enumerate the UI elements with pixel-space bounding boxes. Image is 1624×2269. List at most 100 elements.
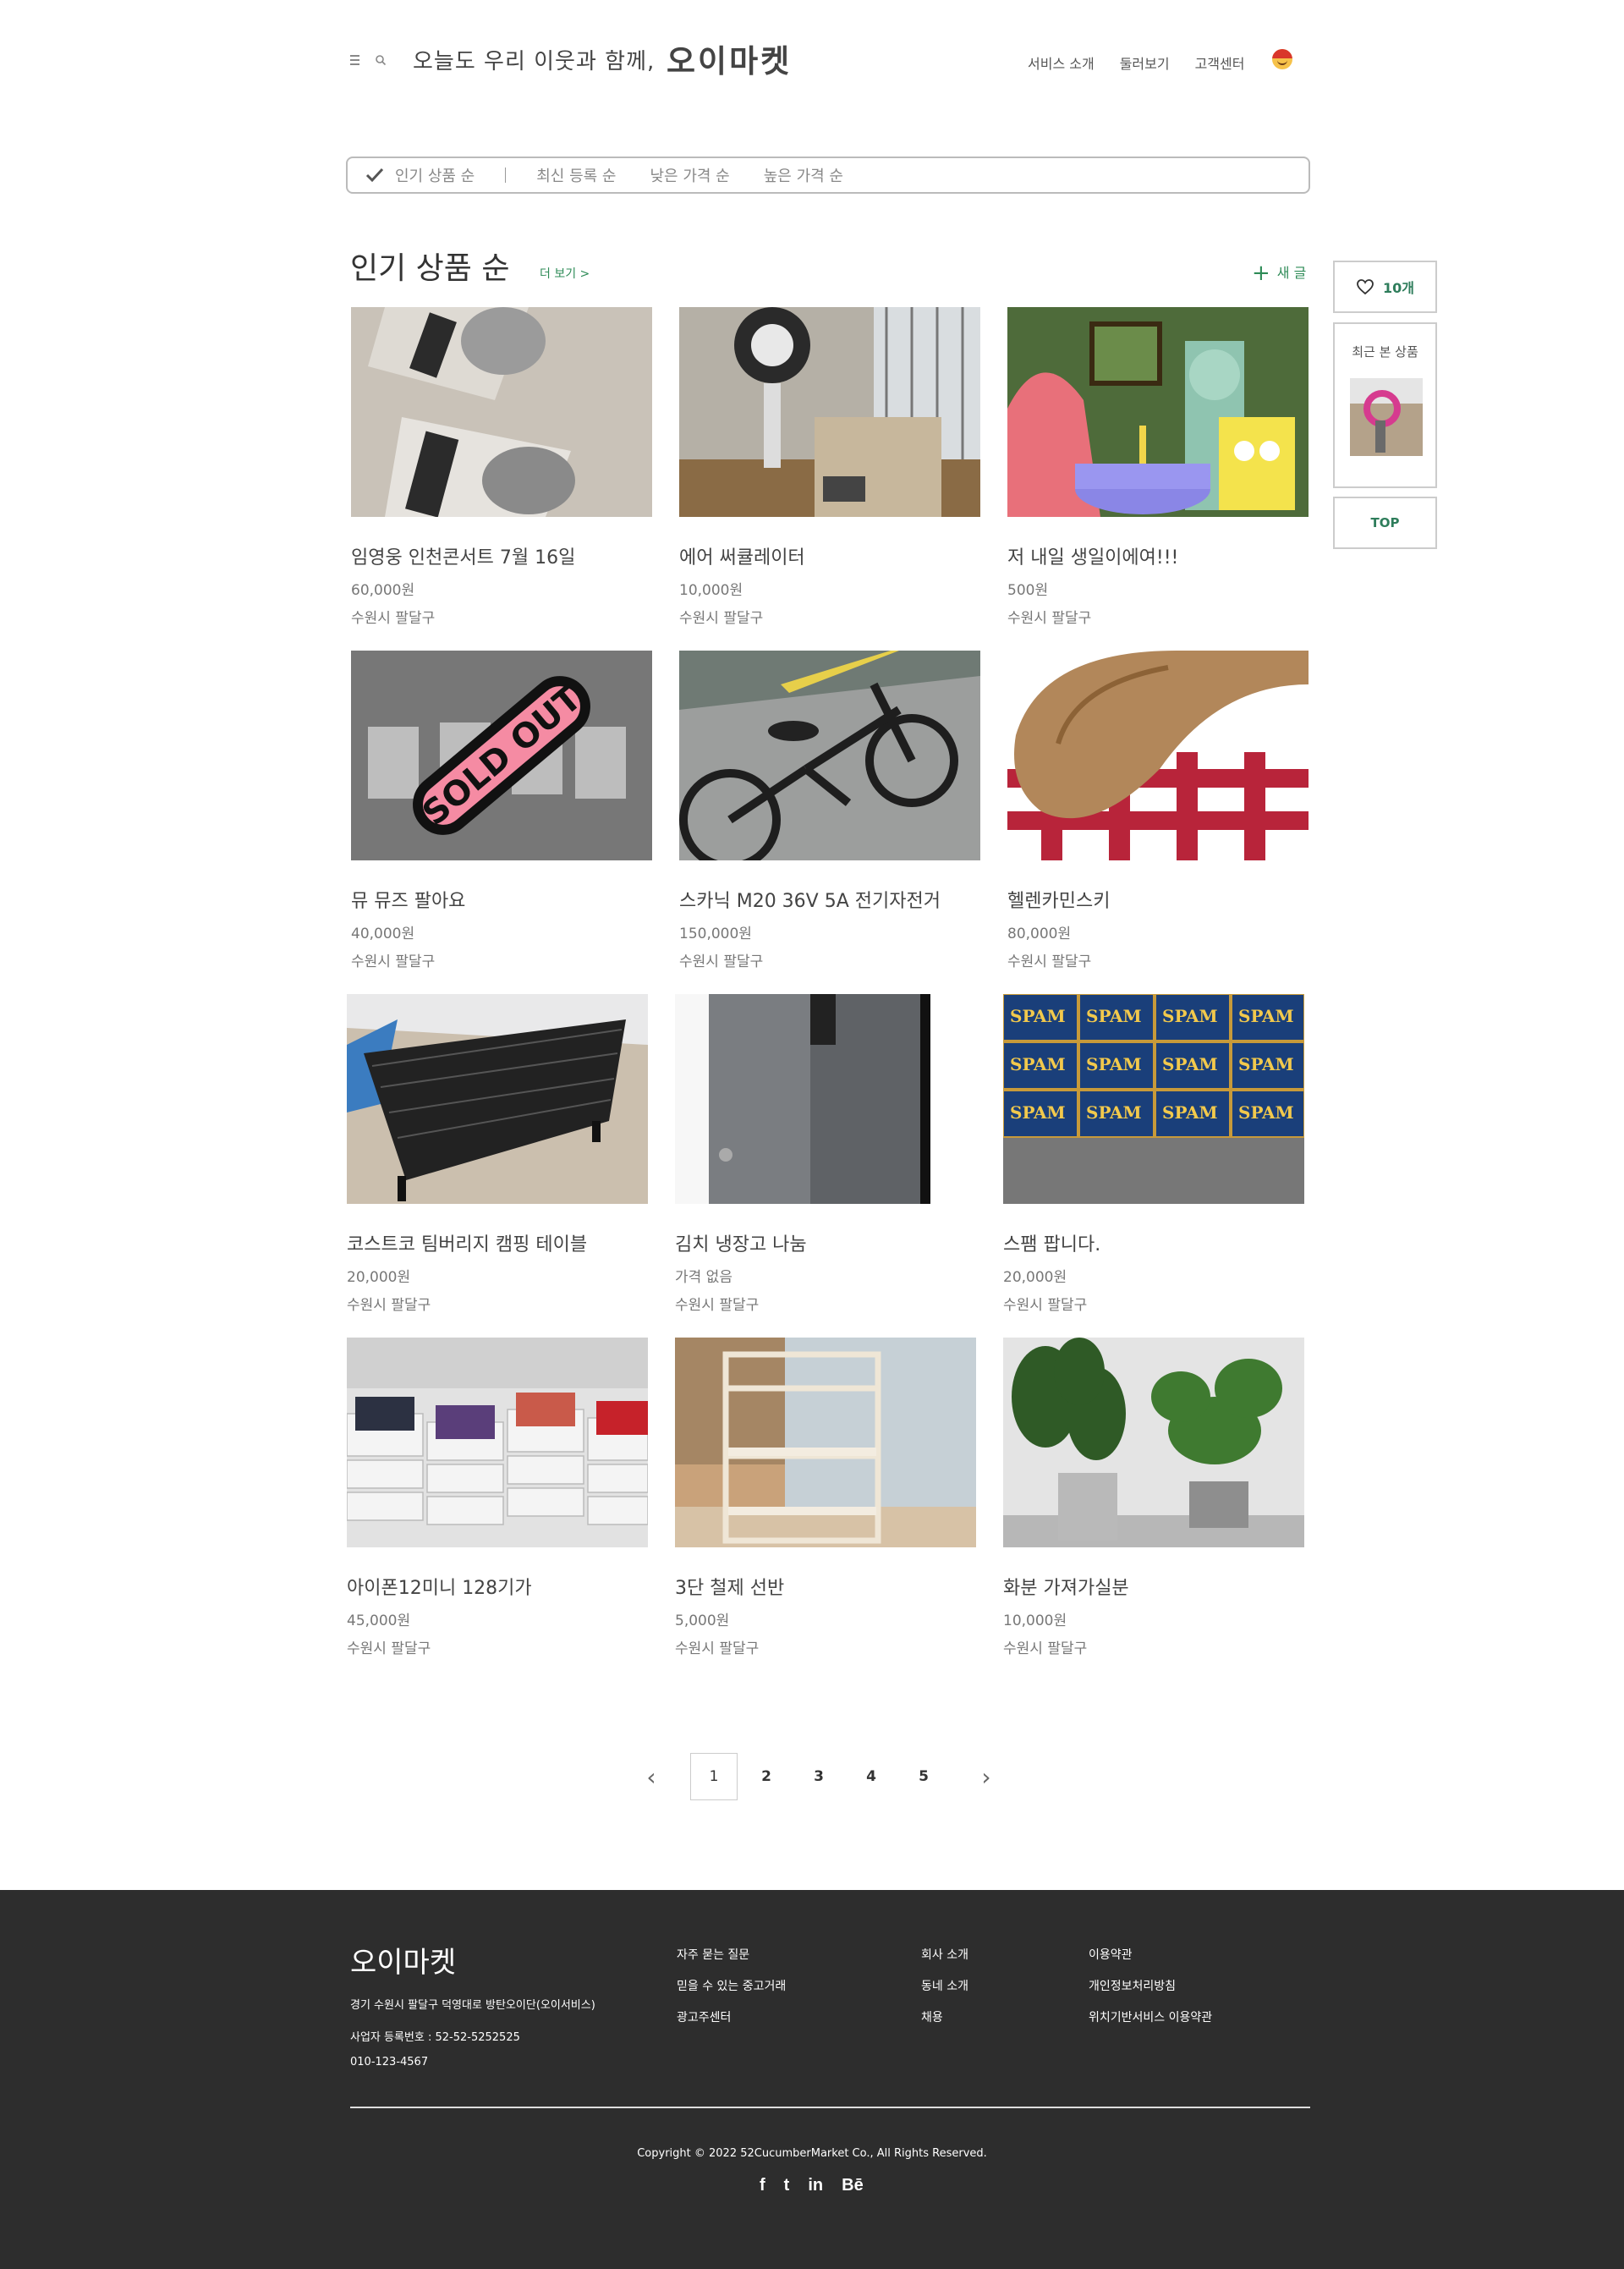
sort-popular[interactable]: 인기 상품 순	[395, 164, 475, 186]
more-link[interactable]: 더 보기 >	[540, 265, 590, 282]
product-title[interactable]: 아이폰12미니 128기가	[347, 1573, 648, 1600]
social-links: f t in Bē	[760, 2176, 864, 2195]
next-page-icon[interactable]: ›	[969, 1753, 1003, 1800]
pagination: ‹ 1 2 3 4 5 ›	[634, 1753, 1003, 1800]
product-card[interactable]: 화분 가져가실분 10,000원 수원시 팔달구	[1003, 1338, 1304, 1657]
product-title[interactable]: 화분 가져가실분	[1003, 1573, 1304, 1600]
copyright: Copyright © 2022 52CucumberMarket Co., A…	[637, 2147, 987, 2160]
sort-bar: 인기 상품 순 최신 등록 순 낮은 가격 순 높은 가격 순	[346, 157, 1310, 194]
footer-link-terms[interactable]: 이용약관	[1089, 1946, 1212, 1963]
page-3[interactable]: 3	[795, 1753, 842, 1800]
spam-cans-photo[interactable]: SPAM SPAM SPAM SPAM SPAM SPAM SPAM SPAM SPAM SPAM…	[1003, 994, 1304, 1204]
scroll-top-button[interactable]: TOP	[1333, 497, 1437, 549]
nav-customer-center[interactable]: 고객센터	[1195, 52, 1245, 73]
footer-link-location-terms[interactable]: 위치기반서비스 이용약관	[1089, 2008, 1212, 2025]
iphone-boxes-photo[interactable]	[347, 1338, 648, 1547]
product-title[interactable]: 저 내일 생일이에여!!!	[1007, 542, 1309, 569]
concert-ticket-photo[interactable]	[351, 307, 652, 517]
page-4[interactable]: 4	[848, 1753, 895, 1800]
product-location: 수원시 팔달구	[675, 1297, 760, 1314]
footer-link-faq[interactable]: 자주 묻는 질문	[677, 1946, 786, 1963]
like-count-button[interactable]: 10개	[1333, 261, 1437, 313]
footer-link-neighborhood[interactable]: 동네 소개	[921, 1977, 968, 1994]
linkedin-icon[interactable]: in	[808, 2176, 823, 2195]
product-title[interactable]: 헬렌카민스키	[1007, 886, 1309, 913]
product-location: 수원시 팔달구	[679, 953, 764, 970]
recent-product-thumb[interactable]	[1350, 378, 1423, 456]
nav-browse[interactable]: 둘러보기	[1120, 52, 1170, 73]
nav-service-intro[interactable]: 서비스 소개	[1028, 52, 1095, 73]
product-price: 40,000원	[351, 926, 415, 942]
sort-divider	[505, 168, 507, 183]
product-card[interactable]: 3단 철제 선반 5,000원 수원시 팔달구	[675, 1338, 976, 1657]
product-card[interactable]: SOLD OUT 뮤 뮤즈 팔아요 40,000원 수원시 팔달구	[351, 651, 652, 970]
can-label: SPAM	[1162, 1054, 1218, 1074]
birthday-cartoon-photo[interactable]	[1007, 307, 1309, 517]
can-label: SPAM	[1086, 1102, 1142, 1123]
product-price: 20,000원	[347, 1269, 411, 1286]
product-title[interactable]: 뮤 뮤즈 팔아요	[351, 886, 652, 913]
page-5[interactable]: 5	[900, 1753, 947, 1800]
heart-icon	[1357, 279, 1374, 295]
recent-products-panel: 최근 본 상품	[1333, 322, 1437, 488]
sort-price-low[interactable]: 낮은 가격 순	[650, 164, 730, 186]
prev-page-icon[interactable]: ‹	[634, 1753, 668, 1800]
product-card[interactable]: 에어 써큘레이터 10,000원 수원시 팔달구	[679, 307, 980, 627]
product-card[interactable]: SPAM SPAM SPAM SPAM SPAM SPAM SPAM SPAM SPAM SPAM…	[1003, 994, 1304, 1314]
product-card[interactable]: 아이폰12미니 128기가 45,000원 수원시 팔달구	[347, 1338, 648, 1657]
plants-photo[interactable]	[1003, 1338, 1304, 1547]
product-location: 수원시 팔달구	[347, 1297, 431, 1314]
sort-newest[interactable]: 최신 등록 순	[536, 164, 616, 186]
product-title[interactable]: 스팸 팝니다.	[1003, 1229, 1304, 1256]
brand-logo[interactable]: 오이마켓	[667, 36, 792, 81]
product-title[interactable]: 김치 냉장고 나눔	[675, 1229, 976, 1256]
product-card[interactable]: 김치 냉장고 나눔 가격 없음 수원시 팔달구	[675, 994, 976, 1314]
product-price: 10,000원	[1003, 1612, 1067, 1629]
can-label: SPAM	[1238, 1102, 1294, 1123]
air-circulator-photo[interactable]	[679, 307, 980, 517]
search-icon[interactable]	[375, 54, 387, 66]
sort-price-high[interactable]: 높은 가격 순	[764, 164, 843, 186]
page-1[interactable]: 1	[690, 1753, 738, 1800]
metal-shelf-photo[interactable]	[675, 1338, 976, 1547]
footer-link-trusted-trade[interactable]: 믿을 수 있는 중고거래	[677, 1977, 786, 1994]
product-title[interactable]: 에어 써큘레이터	[679, 542, 980, 569]
can-label: SPAM	[1086, 1006, 1142, 1026]
footer-link-company[interactable]: 회사 소개	[921, 1946, 968, 1963]
product-location: 수원시 팔달구	[1003, 1297, 1088, 1314]
product-price: 45,000원	[347, 1612, 411, 1629]
product-location: 수원시 팔달구	[675, 1640, 760, 1657]
site-header: 오늘도 우리 이웃과 함께, 오이마켓 서비스 소개 둘러보기 고객센터	[347, 34, 1294, 85]
menu-icon[interactable]	[350, 55, 364, 67]
product-title[interactable]: 3단 철제 선반	[675, 1573, 976, 1600]
facebook-icon[interactable]: f	[760, 2176, 765, 2195]
product-price: 80,000원	[1007, 926, 1072, 942]
product-card[interactable]: 코스트코 팀버리지 캠핑 테이블 20,000원 수원시 팔달구	[347, 994, 648, 1314]
product-price: 10,000원	[679, 582, 743, 599]
mew-cards-photo[interactable]: SOLD OUT	[351, 651, 652, 860]
footer-link-advertiser[interactable]: 광고주센터	[677, 2008, 786, 2025]
footer-link-privacy[interactable]: 개인정보처리방침	[1089, 1977, 1212, 1994]
product-title[interactable]: 스카닉 M20 36V 5A 전기자전거	[679, 886, 980, 913]
footer-links-company: 회사 소개 동네 소개 채용	[921, 1946, 968, 2040]
electric-bike-photo[interactable]	[679, 651, 980, 860]
camping-table-photo[interactable]	[347, 994, 648, 1204]
product-title[interactable]: 임영웅 인천콘서트 7월 16일	[351, 542, 652, 569]
can-label: SPAM	[1010, 1006, 1066, 1026]
product-card[interactable]: 헬렌카민스키 80,000원 수원시 팔달구	[1007, 651, 1309, 970]
footer-link-careers[interactable]: 채용	[921, 2008, 968, 2025]
product-location: 수원시 팔달구	[1007, 610, 1092, 627]
product-location: 수원시 팔달구	[679, 610, 764, 627]
twitter-icon[interactable]: t	[784, 2176, 790, 2195]
product-card[interactable]: 스카닉 M20 36V 5A 전기자전거 150,000원 수원시 팔달구	[679, 651, 980, 970]
new-post-button[interactable]: + 새 글	[1252, 261, 1306, 286]
product-title[interactable]: 코스트코 팀버리지 캠핑 테이블	[347, 1229, 648, 1256]
kimchi-fridge-photo[interactable]	[675, 994, 976, 1204]
product-card[interactable]: 저 내일 생일이에여!!! 500원 수원시 팔달구	[1007, 307, 1309, 627]
behance-icon[interactable]: Bē	[842, 2176, 864, 2195]
product-card[interactable]: 임영웅 인천콘서트 7월 16일 60,000원 수원시 팔달구	[351, 307, 652, 627]
footer-business-number: 사업자 등록번호 : 52-52-5252525	[350, 2031, 520, 2044]
page-2[interactable]: 2	[743, 1753, 790, 1800]
straw-hat-photo[interactable]	[1007, 651, 1309, 860]
avatar[interactable]	[1272, 49, 1292, 69]
